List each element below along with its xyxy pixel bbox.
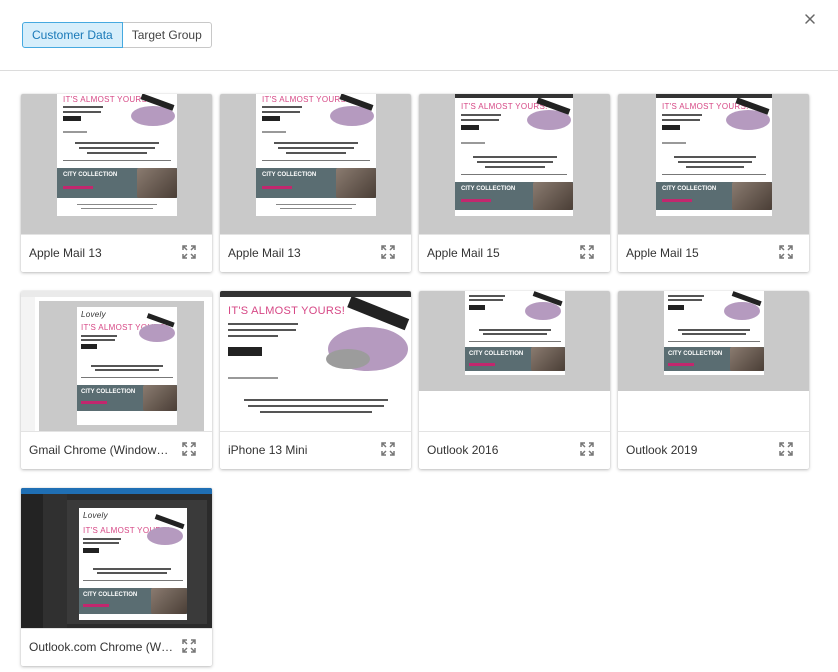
preview-client-label: Apple Mail 13 — [29, 246, 102, 260]
expand-button[interactable] — [182, 442, 196, 456]
email-render: IT'S ALMOST YOURS! CITY COLLECTION — [57, 94, 177, 216]
tab-customer-data[interactable]: Customer Data — [22, 22, 123, 48]
close-icon — [805, 14, 815, 24]
preview-thumbnail[interactable]: IT'S ALMOST YOURS! CITY COLLECTION — [21, 94, 212, 234]
expand-button[interactable] — [580, 245, 594, 259]
preview-thumbnail[interactable]: IT'S ALMOST YOURS! CITY COLLECTION — [220, 94, 411, 234]
expand-button[interactable] — [381, 442, 395, 456]
preview-card-apple-mail-15-a[interactable]: IT'S ALMOST YOURS! CITY COLLECTION Apple… — [419, 94, 610, 272]
expand-icon — [580, 245, 594, 259]
card-footer: Apple Mail 15 — [618, 234, 809, 272]
card-footer: Outlook 2019 — [618, 431, 809, 469]
preview-client-label: iPhone 13 Mini — [228, 443, 308, 457]
email-render: IT'S ALMOST YOURS! CITY COLLECTION — [656, 94, 772, 216]
preview-thumbnail[interactable]: CITY COLLECTION — [419, 291, 610, 431]
email-render: CITY COLLECTION — [465, 291, 565, 375]
preview-card-apple-mail-13-b[interactable]: IT'S ALMOST YOURS! CITY COLLECTION Apple… — [220, 94, 411, 272]
card-footer: Apple Mail 15 — [419, 234, 610, 272]
view-tabs: Customer Data Target Group — [22, 22, 212, 48]
tab-target-group[interactable]: Target Group — [122, 22, 212, 48]
card-footer: Outlook.com Chrome (Win… — [21, 628, 212, 666]
expand-icon — [182, 442, 196, 456]
preview-client-label: Outlook 2019 — [626, 443, 698, 457]
email-render: IT'S ALMOST YOURS! CITY COLLECTION — [256, 94, 376, 216]
preview-client-label: Outlook 2016 — [427, 443, 499, 457]
expand-icon — [779, 442, 793, 456]
preview-card-outlook-2016[interactable]: CITY COLLECTION Outlook 2016 — [419, 291, 610, 469]
preview-thumbnail[interactable]: IT'S ALMOST YOURS! — [220, 291, 411, 431]
expand-icon — [779, 245, 793, 259]
preview-thumbnail[interactable]: IT'S ALMOST YOURS! CITY COLLECTION — [419, 94, 610, 234]
preview-client-label: Apple Mail 13 — [228, 246, 301, 260]
card-footer: Outlook 2016 — [419, 431, 610, 469]
preview-thumbnail[interactable]: IT'S ALMOST YOURS! CITY COLLECTION — [618, 94, 809, 234]
preview-thumbnail[interactable]: Lovely IT'S ALMOST YOURS! CITY COLLECTIO… — [21, 291, 212, 431]
preview-client-label: Apple Mail 15 — [626, 246, 699, 260]
preview-card-apple-mail-15-b[interactable]: IT'S ALMOST YOURS! CITY COLLECTION Apple… — [618, 94, 809, 272]
preview-client-label: Apple Mail 15 — [427, 246, 500, 260]
card-footer: Apple Mail 13 — [220, 234, 411, 272]
preview-card-outlook-2019[interactable]: CITY COLLECTION Outlook 2019 — [618, 291, 809, 469]
preview-card-apple-mail-13-a[interactable]: IT'S ALMOST YOURS! CITY COLLECTION Apple… — [21, 94, 212, 272]
email-render: IT'S ALMOST YOURS! CITY COLLECTION — [455, 94, 573, 216]
expand-button[interactable] — [381, 245, 395, 259]
card-footer: Apple Mail 13 — [21, 234, 212, 272]
card-footer: Gmail Chrome (Windows 10) — [21, 431, 212, 469]
email-render: Lovely IT'S ALMOST YOURS! CITY COLLECTIO… — [77, 307, 177, 425]
preview-client-label: Outlook.com Chrome (Win… — [29, 640, 174, 654]
expand-button[interactable] — [779, 442, 793, 456]
expand-icon — [381, 245, 395, 259]
close-button[interactable] — [801, 10, 819, 28]
expand-icon — [182, 245, 196, 259]
preview-card-gmail-chrome-windows-10[interactable]: Lovely IT'S ALMOST YOURS! CITY COLLECTIO… — [21, 291, 212, 469]
expand-icon — [580, 442, 594, 456]
expand-button[interactable] — [580, 442, 594, 456]
expand-button[interactable] — [182, 245, 196, 259]
card-footer: iPhone 13 Mini — [220, 431, 411, 469]
expand-icon — [381, 442, 395, 456]
preview-thumbnail[interactable]: CITY COLLECTION — [618, 291, 809, 431]
preview-thumbnail[interactable]: Lovely IT'S ALMOST YOURS! CITY COLLECTIO… — [21, 488, 212, 628]
email-render: CITY COLLECTION — [664, 291, 764, 375]
dialog-header: Customer Data Target Group — [0, 0, 838, 71]
preview-card-outlook-com-chrome[interactable]: Lovely IT'S ALMOST YOURS! CITY COLLECTIO… — [21, 488, 212, 666]
preview-card-iphone-13-mini[interactable]: IT'S ALMOST YOURS! iPhone 13 Mini — [220, 291, 411, 469]
preview-client-label: Gmail Chrome (Windows 10) — [29, 443, 174, 457]
expand-button[interactable] — [779, 245, 793, 259]
email-render: Lovely IT'S ALMOST YOURS! CITY COLLECTIO… — [79, 508, 187, 620]
expand-button[interactable] — [182, 639, 196, 653]
expand-icon — [182, 639, 196, 653]
